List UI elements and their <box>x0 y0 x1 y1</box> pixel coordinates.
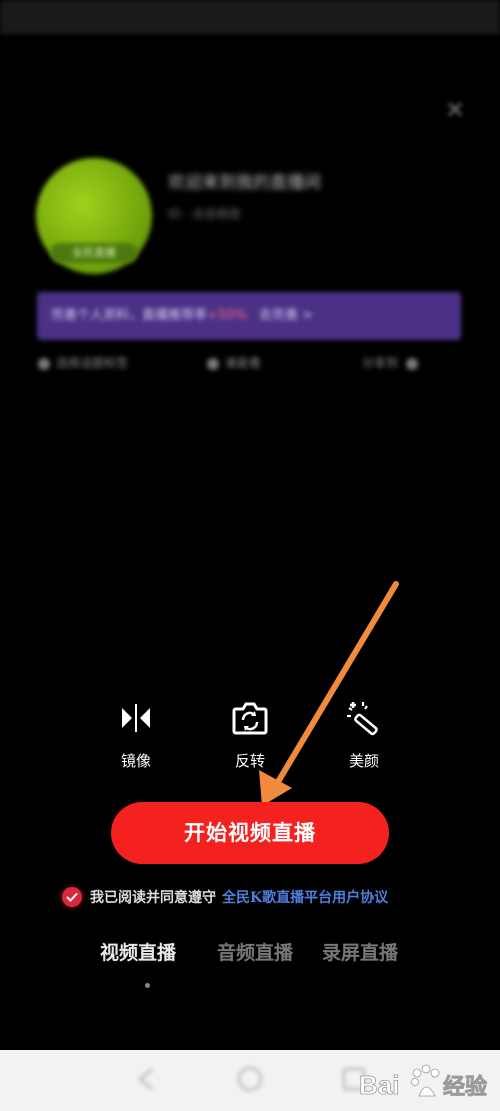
tab-indicator <box>145 983 150 988</box>
tab-audio-live[interactable]: 音频直播 <box>217 938 293 965</box>
svg-text:经验: 经验 <box>443 1074 487 1100</box>
svg-text:Bai: Bai <box>359 1070 399 1100</box>
home-icon[interactable] <box>234 1063 266 1095</box>
watermark-logo: Bai 经验 <box>359 1064 487 1100</box>
agreement-text: 我已阅读并同意遵守 <box>90 890 216 906</box>
agreement-row: 我已阅读并同意遵守 全民K歌直播平台用户协议 <box>62 886 388 908</box>
check-icon <box>66 892 78 902</box>
tab-screen-live[interactable]: 录屏直播 <box>322 938 398 965</box>
back-icon[interactable] <box>130 1063 162 1095</box>
agree-checkbox[interactable] <box>62 887 82 907</box>
tab-video-live[interactable]: 视频直播 <box>100 938 176 965</box>
agreement-link[interactable]: 全民K歌直播平台用户协议 <box>222 887 388 907</box>
start-video-live-button[interactable]: 开始视频直播 <box>111 802 389 864</box>
mode-tabs: 视频直播 音频直播 录屏直播 <box>0 938 500 968</box>
